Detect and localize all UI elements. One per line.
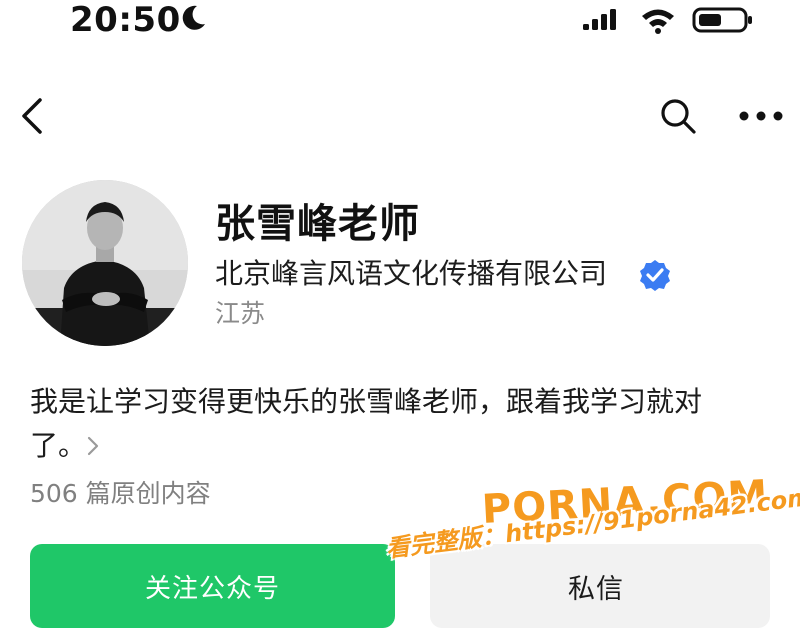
signal-icon: [582, 8, 618, 32]
more-icon[interactable]: [738, 106, 784, 126]
bio-text-line-1: 我是让学习变得更快乐的张雪峰老师，跟着我学习就对: [30, 385, 703, 418]
battery-icon: [692, 6, 754, 34]
status-time: 20:50: [70, 0, 181, 40]
profile-location: 江苏: [215, 299, 266, 328]
follow-button[interactable]: 关注公众号: [30, 544, 395, 628]
search-icon[interactable]: [658, 96, 698, 136]
profile-organization[interactable]: 北京峰言风语文化传播有限公司: [215, 254, 607, 294]
moon-icon: [178, 3, 208, 33]
back-icon[interactable]: [14, 96, 50, 136]
wifi-icon: [640, 6, 676, 34]
avatar[interactable]: [22, 180, 188, 346]
message-button[interactable]: 私信: [430, 544, 770, 628]
avatar-photo: [22, 180, 188, 346]
article-count[interactable]: 506 篇原创内容: [30, 476, 211, 512]
chevron-right-icon[interactable]: [84, 432, 102, 460]
profile-name: 张雪峰老师: [215, 201, 420, 247]
bio-text-line-2: 了。: [30, 429, 87, 462]
verified-icon: [638, 258, 672, 292]
